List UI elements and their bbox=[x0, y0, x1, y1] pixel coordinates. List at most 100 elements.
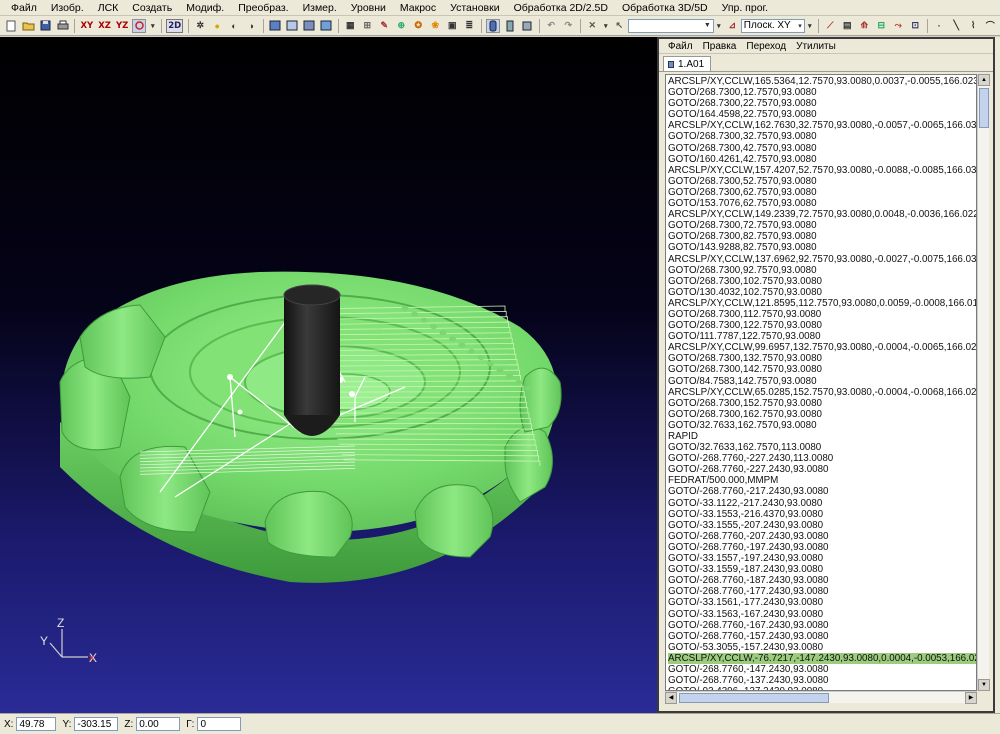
code-line[interactable]: GOTO/-268.7760,-137.2430,93.0080 bbox=[668, 675, 976, 686]
code-line[interactable]: GOTO/143.9288,82.7570,93.0080 bbox=[668, 242, 976, 253]
code-line[interactable]: GOTO/-268.7760,-177.2430,93.0080 bbox=[668, 586, 976, 597]
code-line[interactable]: GOTO/268.7300,62.7570,93.0080 bbox=[668, 187, 976, 198]
open-folder-icon[interactable] bbox=[22, 19, 36, 33]
code-line[interactable]: GOTO/164.4598,22.7570,93.0080 bbox=[668, 109, 976, 120]
code-line[interactable]: GOTO/268.7300,92.7570,93.0080 bbox=[668, 265, 976, 276]
code-menu-goto[interactable]: Переход bbox=[741, 41, 791, 52]
render-view-icon[interactable] bbox=[319, 19, 333, 33]
dropdown-arrow-icon[interactable]: ▾ bbox=[602, 19, 609, 33]
polyline-icon[interactable]: ⌇ bbox=[966, 19, 980, 33]
code-line[interactable]: GOTO/-268.7760,-157.2430,93.0080 bbox=[668, 631, 976, 642]
shaded-view-icon[interactable] bbox=[302, 19, 316, 33]
menu-macro[interactable]: Макрос bbox=[393, 2, 443, 14]
code-line[interactable]: GOTO/-268.7760,-197.2430,93.0080 bbox=[668, 542, 976, 553]
code-line[interactable]: GOTO/268.7300,112.7570,93.0080 bbox=[668, 309, 976, 320]
code-line[interactable]: GOTO/32.7633,162.7570,113.0080 bbox=[668, 442, 976, 453]
scroll-thumb[interactable] bbox=[979, 88, 989, 128]
redo-icon[interactable]: ↷ bbox=[561, 19, 575, 33]
code-line[interactable]: GOTO/-53.3055,-157.2430,93.0080 bbox=[668, 642, 976, 653]
view-yz-button[interactable]: YZ bbox=[115, 19, 129, 33]
stock-icon[interactable] bbox=[503, 19, 517, 33]
grid-icon[interactable]: ▦ bbox=[343, 19, 357, 33]
cylinder-icon[interactable] bbox=[486, 18, 501, 33]
code-line[interactable]: GOTO/-33.1553,-216.4370,93.0080 bbox=[668, 509, 976, 520]
view-xy-button[interactable]: XY bbox=[80, 19, 95, 33]
3d-viewport[interactable]: Z X Y × bbox=[0, 37, 657, 713]
code-line[interactable]: GOTO/268.7300,142.7570,93.0080 bbox=[668, 364, 976, 375]
code-line[interactable]: GOTO/-33.1555,-207.2430,93.0080 bbox=[668, 520, 976, 531]
level-selector[interactable]: ▼ bbox=[627, 18, 714, 33]
arc-icon[interactable]: ⌒ bbox=[983, 19, 997, 33]
cursor-icon[interactable]: ↖ bbox=[612, 19, 626, 33]
tool-path-icon[interactable]: ⤳ bbox=[891, 19, 905, 33]
code-line[interactable]: GOTO/268.7300,42.7570,93.0080 bbox=[668, 143, 976, 154]
snap-icon[interactable]: ⊞ bbox=[360, 19, 374, 33]
scroll-left-icon[interactable]: ◀ bbox=[665, 692, 677, 704]
code-line[interactable]: GOTO/111.7787,122.7570,93.0080 bbox=[668, 331, 976, 342]
globe-icon[interactable]: ⊕ bbox=[394, 19, 408, 33]
menu-modify[interactable]: Модиф. bbox=[179, 2, 231, 14]
code-line[interactable]: RAPID bbox=[668, 431, 976, 442]
code-line[interactable]: GOTO/268.7300,52.7570,93.0080 bbox=[668, 176, 976, 187]
image-icon[interactable]: ▣ bbox=[445, 19, 459, 33]
code-line[interactable]: GOTO/-33.1559,-187.2430,93.0080 bbox=[668, 564, 976, 575]
print-icon[interactable] bbox=[56, 19, 70, 33]
save-icon[interactable] bbox=[39, 19, 53, 33]
table-icon[interactable]: ▤ bbox=[840, 19, 854, 33]
undo-icon[interactable]: ↶ bbox=[544, 19, 558, 33]
code-line[interactable]: GOTO/-268.7760,-227.2430,93.0080 bbox=[668, 464, 976, 475]
view-2d-button[interactable]: 2D bbox=[166, 18, 184, 33]
code-line[interactable]: GOTO/153.7076,62.7570,93.0080 bbox=[668, 198, 976, 209]
tool-library-icon[interactable]: ⊟ bbox=[874, 19, 888, 33]
code-line[interactable]: GOTO/84.7583,142.7570,93.0080 bbox=[668, 376, 976, 387]
point-icon[interactable]: · bbox=[932, 19, 946, 33]
new-file-icon[interactable] bbox=[5, 19, 19, 33]
dropdown-arrow-icon[interactable]: ▾ bbox=[806, 19, 813, 33]
scroll-down-icon[interactable]: ▼ bbox=[978, 679, 990, 691]
menu-transform[interactable]: Преобраз. bbox=[231, 2, 295, 14]
window-view-icon[interactable] bbox=[268, 19, 282, 33]
gear-icon[interactable]: ✲ bbox=[193, 19, 207, 33]
menu-file[interactable]: Файл bbox=[4, 2, 44, 14]
rotate-view-icon[interactable] bbox=[132, 18, 147, 33]
code-line[interactable]: GOTO/268.7300,82.7570,93.0080 bbox=[668, 231, 976, 242]
plane-icon[interactable]: ⊿ bbox=[725, 19, 739, 33]
menu-lcs[interactable]: ЛСК bbox=[91, 2, 126, 14]
menu-program-control[interactable]: Упр. прог. bbox=[715, 2, 775, 14]
code-menu-edit[interactable]: Правка bbox=[698, 41, 742, 52]
dropdown-arrow-icon[interactable]: ▾ bbox=[715, 19, 722, 33]
line-icon[interactable]: ╲ bbox=[949, 19, 963, 33]
code-line[interactable]: GOTO/268.7300,32.7570,93.0080 bbox=[668, 131, 976, 142]
code-line[interactable]: GOTO/-33.1563,-167.2430,93.0080 bbox=[668, 609, 976, 620]
code-line[interactable]: GOTO/268.7300,72.7570,93.0080 bbox=[668, 220, 976, 231]
code-line[interactable]: ARCSLP/XY,CCLW,65.0285,152.7570,93.0080,… bbox=[668, 387, 976, 398]
scroll-thumb[interactable] bbox=[679, 693, 829, 703]
code-line[interactable]: ARCSLP/XY,CCLW,121.8595,112.7570,93.0080… bbox=[668, 298, 976, 309]
measure-icon[interactable]: ⟋ bbox=[823, 19, 837, 33]
code-line[interactable]: GOTO/268.7300,122.7570,93.0080 bbox=[668, 320, 976, 331]
plane-selector[interactable]: Плоск. XY ▾ bbox=[740, 18, 805, 33]
menu-settings[interactable]: Установки bbox=[443, 2, 506, 14]
code-line[interactable]: ARCSLP/XY,CCLW,162.7630,32.7570,93.0080,… bbox=[668, 120, 976, 131]
menu-machining-3d[interactable]: Обработка 3D/5D bbox=[615, 2, 715, 14]
menu-create[interactable]: Создать bbox=[125, 2, 179, 14]
vertical-scrollbar[interactable]: ▲ ▼ bbox=[977, 74, 990, 691]
postprocess-icon[interactable]: ⊡ bbox=[908, 19, 922, 33]
menu-image[interactable]: Изобр. bbox=[44, 2, 91, 14]
code-line[interactable]: GOTO/268.7300,12.7570,93.0080 bbox=[668, 87, 976, 98]
scroll-up-icon[interactable]: ▲ bbox=[978, 74, 990, 86]
code-line[interactable]: GOTO/130.4032,102.7570,93.0080 bbox=[668, 287, 976, 298]
chart-icon[interactable]: ⟰ bbox=[857, 19, 871, 33]
code-line[interactable]: GOTO/-33.1557,-197.2430,93.0080 bbox=[668, 553, 976, 564]
horizontal-scrollbar[interactable]: ◀ ▶ bbox=[665, 691, 977, 704]
part-icon[interactable] bbox=[520, 19, 534, 33]
code-line[interactable]: GOTO/268.7300,162.7570,93.0080 bbox=[668, 409, 976, 420]
part-model-scene[interactable]: Z X Y × bbox=[0, 37, 657, 713]
code-line[interactable]: GOTO/-33.1122,-217.2430,93.0080 bbox=[668, 498, 976, 509]
sphere-icon[interactable]: ◐ bbox=[227, 19, 241, 33]
code-line[interactable]: GOTO/-268.7760,-187.2430,93.0080 bbox=[668, 575, 976, 586]
code-line[interactable]: GOTO/-268.7760,-217.2430,93.0080 bbox=[668, 486, 976, 497]
code-line[interactable]: GOTO/-268.7760,-147.2430,93.0080 bbox=[668, 664, 976, 675]
menu-levels[interactable]: Уровни bbox=[344, 2, 393, 14]
shading-icon[interactable]: ◑ bbox=[244, 19, 258, 33]
